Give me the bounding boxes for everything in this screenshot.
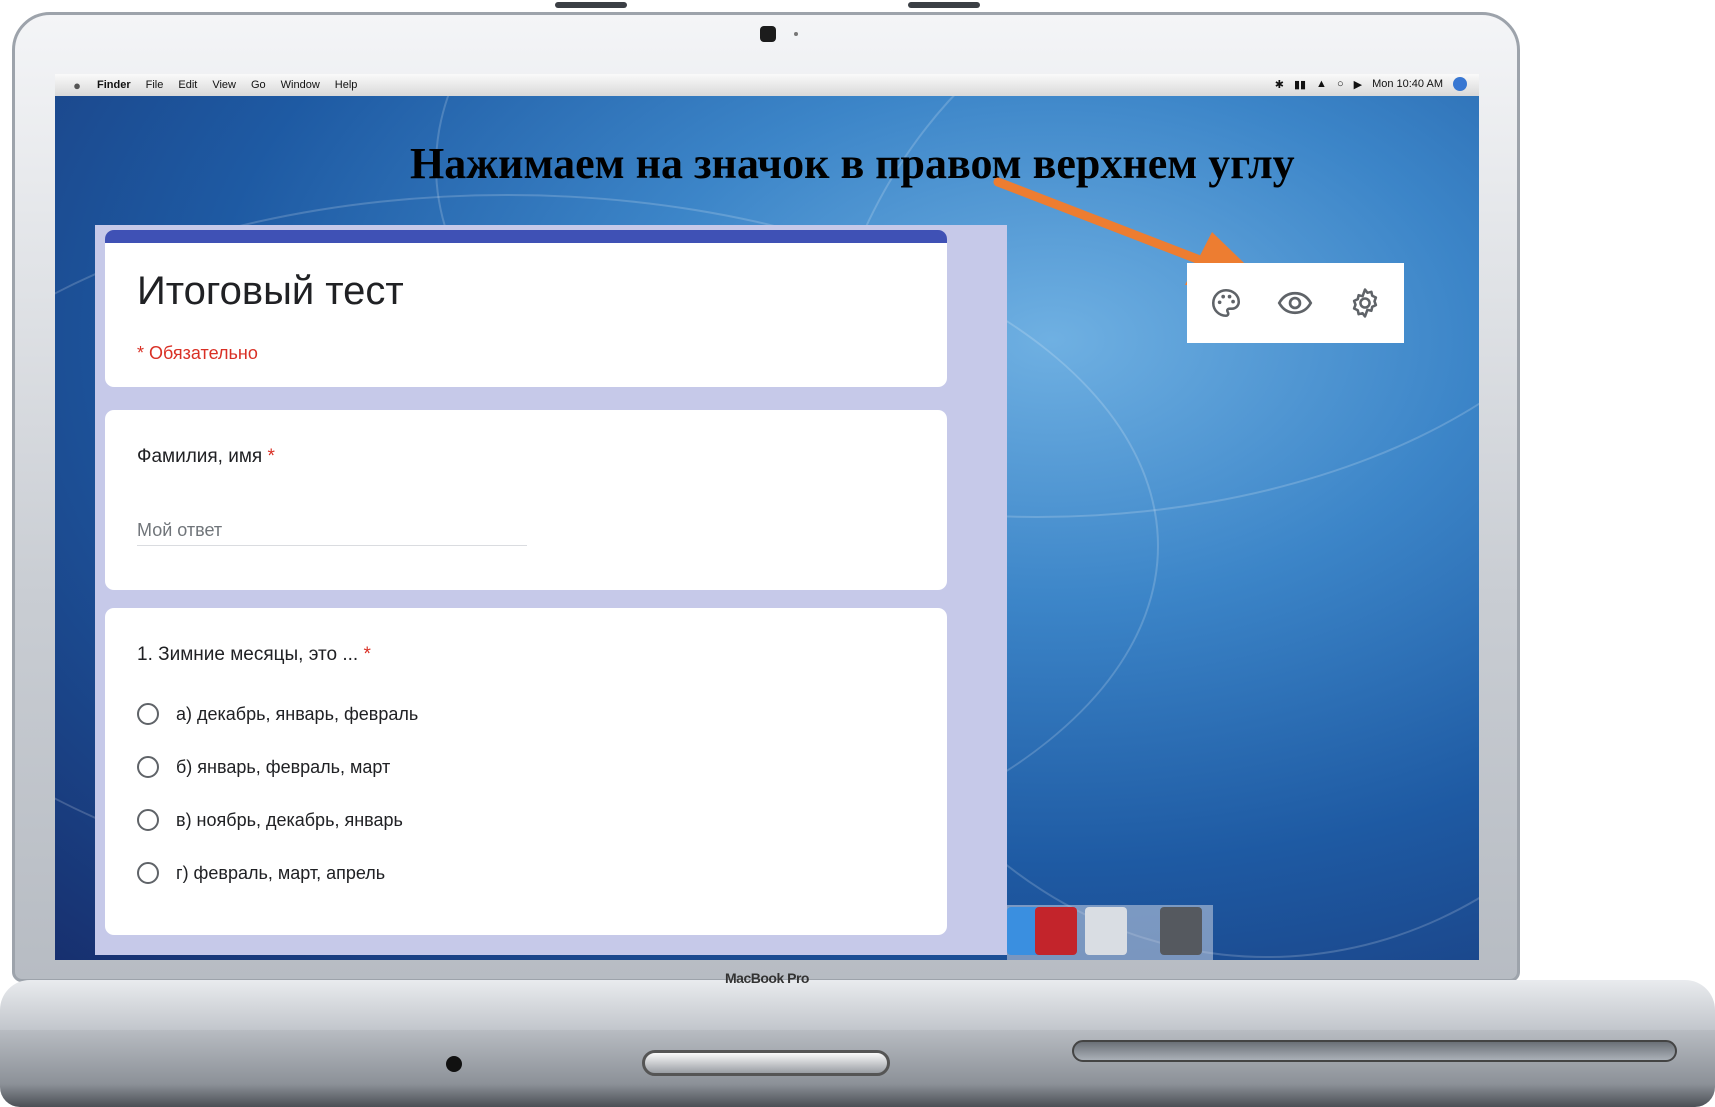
volume-icon[interactable]: ▶ — [1354, 78, 1362, 91]
eye-icon[interactable] — [1275, 283, 1315, 323]
optical-drive-slot — [1072, 1040, 1677, 1062]
option-label: а) декабрь, январь, февраль — [176, 703, 419, 724]
lid-hinge-left — [555, 2, 627, 8]
apple-dock-icon[interactable] — [1085, 907, 1127, 955]
radio-option-b[interactable]: б) январь, февраль, март — [137, 756, 390, 778]
radio-option-a[interactable]: а) декабрь, январь, февраль — [137, 703, 418, 725]
menu-help[interactable]: Help — [335, 79, 358, 91]
question-card-winter: 1. Зимние месяцы, это ... * а) декабрь, … — [105, 608, 947, 935]
ichat-icon[interactable]: ○ — [1337, 78, 1344, 90]
menu-view[interactable]: View — [212, 79, 236, 91]
form-title-card: Итоговый тест * Обязательно — [105, 230, 947, 387]
question-card-name: Фамилия, имя * — [105, 410, 947, 590]
apple-icon[interactable]: ● — [67, 78, 87, 93]
radio-button[interactable] — [137, 862, 159, 884]
question-label: Фамилия, имя * — [137, 446, 275, 468]
menu-go[interactable]: Go — [251, 79, 266, 91]
laptop-latch — [642, 1050, 890, 1076]
menu-window[interactable]: Window — [281, 79, 320, 91]
option-label: г) февраль, март, апрель — [176, 862, 386, 883]
menubar-clock[interactable]: Mon 10:40 AM — [1372, 78, 1443, 90]
menu-edit[interactable]: Edit — [178, 79, 197, 91]
menubar-status-area: ✱ ▮▮ ▲ ○ ▶ Mon 10:40 AM — [1275, 77, 1467, 91]
form-title: Итоговый тест — [137, 269, 404, 313]
lid-hinge-right — [908, 2, 980, 8]
photo-dock-icon[interactable] — [1035, 907, 1077, 955]
radio-option-c[interactable]: в) ноябрь, декабрь, январь — [137, 809, 403, 831]
menu-finder[interactable]: Finder — [97, 79, 131, 91]
sleep-indicator-light — [446, 1056, 462, 1072]
bluetooth-icon[interactable]: ✱ — [1275, 78, 1284, 91]
radio-option-d[interactable]: г) февраль, март, апрель — [137, 862, 385, 884]
mac-menubar: ● Finder File Edit View Go Window Help ✱… — [55, 74, 1479, 96]
laptop-brand-label: MacBook Pro — [725, 970, 809, 986]
menu-file[interactable]: File — [146, 79, 164, 91]
required-star: * — [267, 446, 275, 467]
trash-icon[interactable] — [1160, 907, 1202, 955]
option-label: в) ноябрь, декабрь, январь — [176, 809, 403, 830]
palette-icon[interactable] — [1206, 283, 1246, 323]
battery-icon[interactable]: ▮▮ — [1294, 78, 1306, 91]
spotlight-icon[interactable] — [1453, 77, 1467, 91]
camera-icon — [760, 26, 776, 42]
google-form: Итоговый тест * Обязательно Фамилия, имя… — [95, 225, 1007, 955]
wifi-icon[interactable]: ▲ — [1316, 78, 1327, 90]
question-label: 1. Зимние месяцы, это ... * — [137, 644, 371, 666]
laptop-base-top — [0, 980, 1715, 1030]
radio-button[interactable] — [137, 809, 159, 831]
gear-icon[interactable] — [1345, 283, 1385, 323]
form-toolbar — [1187, 263, 1404, 343]
option-label: б) январь, февраль, март — [176, 756, 391, 777]
required-note: * Обязательно — [137, 343, 258, 363]
question-text: 1. Зимние месяцы, это ... — [137, 644, 359, 665]
required-star: * — [363, 644, 371, 665]
radio-button[interactable] — [137, 703, 159, 725]
camera-light — [794, 32, 798, 36]
radio-button[interactable] — [137, 756, 159, 778]
question-text: Фамилия, имя — [137, 446, 263, 467]
answer-input[interactable] — [137, 516, 527, 546]
